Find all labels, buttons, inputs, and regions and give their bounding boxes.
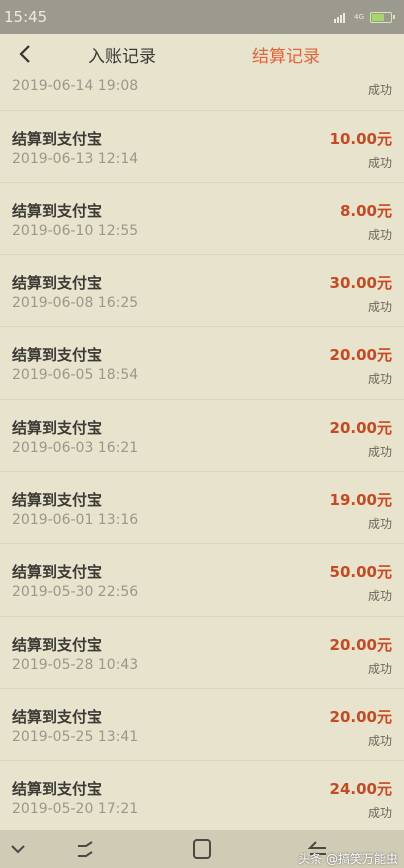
recent-apps-icon[interactable]	[74, 838, 98, 860]
record-amount: 24.00元	[329, 780, 392, 798]
battery-icon	[370, 11, 395, 23]
record-title: 结算到支付宝	[12, 491, 103, 509]
record-status: 成功	[367, 589, 392, 603]
record-amount: 20.00元	[329, 346, 392, 364]
network-label: 4G	[354, 12, 364, 21]
list-item[interactable]: 结算到支付宝 24.00元 2019-05-20 17:21 成功	[0, 760, 404, 831]
status-time: 15:45	[4, 8, 48, 26]
record-status: 成功	[367, 228, 392, 242]
record-status: 成功	[367, 734, 392, 748]
record-amount: 20.00元	[329, 636, 392, 654]
list-item[interactable]: 结算到支付宝 30.00元 2019-06-08 16:25 成功	[0, 254, 404, 327]
watermark: 头条 @搞笑万能虫	[298, 852, 398, 866]
list-item[interactable]: 结算到支付宝 8.00元 2019-06-10 12:55 成功	[0, 182, 404, 255]
record-amount: 19.00元	[329, 491, 392, 509]
record-amount: 20.00元	[329, 708, 392, 726]
status-icons: 4G	[334, 8, 395, 27]
chevron-down-icon[interactable]	[6, 838, 30, 860]
record-status: 成功	[367, 156, 392, 170]
record-date: 2019-05-28 10:43	[12, 657, 139, 673]
record-title: 结算到支付宝	[12, 130, 103, 148]
record-status: 成功	[367, 372, 392, 386]
record-title: 结算到支付宝	[12, 780, 103, 798]
chevron-left-icon[interactable]	[14, 40, 38, 68]
record-status: 成功	[367, 806, 392, 820]
list-item[interactable]: 结算到支付宝 10.00元 2019-06-13 12:14 成功	[0, 110, 404, 183]
record-date: 2019-06-05 18:54	[12, 367, 139, 383]
record-amount: 30.00元	[329, 274, 392, 292]
record-status: 成功	[367, 300, 392, 314]
record-status: 成功	[367, 517, 392, 531]
list-item[interactable]: 结算到支付宝 20.00元 2019-05-28 10:43 成功	[0, 616, 404, 689]
record-status: 成功	[367, 662, 392, 676]
record-date: 2019-05-25 13:41	[12, 729, 139, 745]
record-date: 2019-05-30 22:56	[12, 584, 139, 600]
record-title: 结算到支付宝	[12, 274, 103, 292]
record-title: 结算到支付宝	[12, 202, 103, 220]
record-date: 2019-06-08 16:25	[12, 295, 139, 311]
record-amount: 50.00元	[329, 563, 392, 581]
record-amount: 10.00元	[329, 130, 392, 148]
record-amount: 8.00元	[339, 202, 392, 220]
record-date: 2019-06-13 12:14	[12, 151, 139, 167]
list-item[interactable]: 结算到支付宝 19.00元 2019-06-01 13:16 成功	[0, 471, 404, 544]
signal-icon	[334, 8, 348, 27]
list-item[interactable]: 结算到支付宝 20.00元 2019-06-03 16:21 成功	[0, 399, 404, 472]
record-title: 结算到支付宝	[12, 419, 103, 437]
record-date: 2019-06-03 16:21	[12, 440, 139, 456]
home-square-icon[interactable]	[190, 838, 214, 860]
list-item[interactable]: 结算到支付宝 20.00元 2019-05-25 13:41 成功	[0, 688, 404, 761]
record-title: 结算到支付宝	[12, 346, 103, 364]
tab-settlement-records[interactable]: 结算记录	[252, 42, 320, 67]
status-bar: 15:45 4G	[0, 0, 404, 34]
list-item[interactable]: 结算到支付宝 50.00元 2019-05-30 22:56 成功	[0, 543, 404, 617]
record-title: 结算到支付宝	[12, 636, 103, 654]
record-date: 2019-05-20 17:21	[12, 801, 139, 817]
header: 入账记录 结算记录	[0, 34, 404, 74]
record-title: 结算到支付宝	[12, 708, 103, 726]
record-title: 结算到支付宝	[12, 563, 103, 581]
record-status: 成功	[367, 445, 392, 459]
list-item[interactable]: 结算到支付宝 20.00元 2019-06-05 18:54 成功	[0, 326, 404, 400]
record-date: 2019-06-14 19:08	[12, 78, 139, 94]
record-date: 2019-06-01 13:16	[12, 512, 139, 528]
list-item-partial[interactable]: 2019-06-14 19:08 成功	[0, 74, 404, 108]
record-status: 成功	[367, 83, 392, 97]
record-date: 2019-06-10 12:55	[12, 223, 139, 239]
tab-income-records[interactable]: 入账记录	[88, 42, 156, 67]
record-amount: 20.00元	[329, 419, 392, 437]
